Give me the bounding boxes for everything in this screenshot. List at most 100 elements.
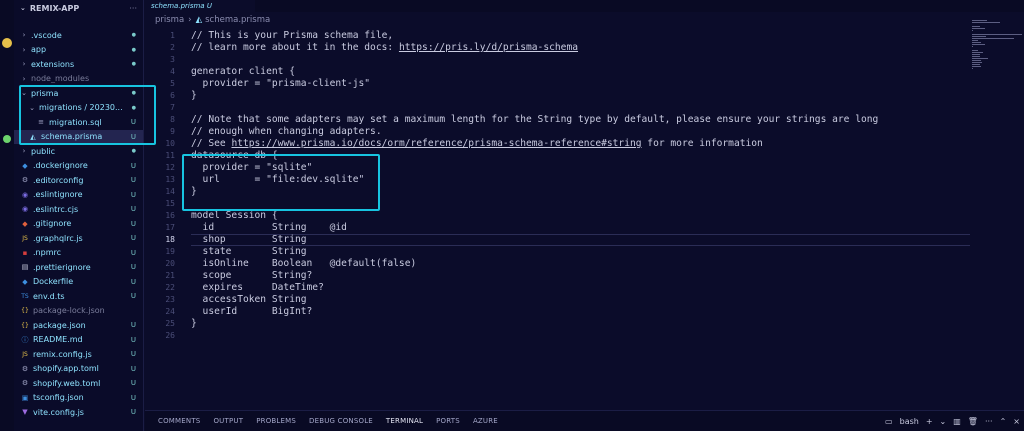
code-line[interactable]: isOnline Boolean @default(false) [191,258,417,270]
js-icon: JS [22,350,28,358]
tree-item-label: .npmrc [33,248,61,257]
code-line[interactable]: } [191,90,197,102]
minimap[interactable] [970,20,1024,80]
chevron-up-icon[interactable]: ⌃ [1000,417,1007,426]
code-line[interactable]: state String [191,246,307,258]
tree-item-label: app [31,45,47,54]
more-actions-icon[interactable]: ··· [129,4,137,13]
close-icon[interactable]: × [1013,417,1020,426]
tree-item[interactable]: › app ● [14,43,143,57]
tree-item[interactable]: {} package-lock.json [14,304,143,318]
panel-tab-terminal[interactable]: TERMINAL [385,411,424,431]
split-icon[interactable]: ▥ [953,417,961,426]
vite-icon: ▼ [22,408,28,416]
minimap-line [972,56,981,57]
code-line[interactable]: // This is your Prisma schema file, [191,30,393,42]
tree-item[interactable]: ▤ .prettierignore U [14,260,143,274]
breadcrumb-file[interactable]: schema.prisma [205,15,270,25]
minimap-line [972,66,981,67]
code-line[interactable]: // See https://www.prisma.io/docs/orm/re… [191,138,763,150]
code-line[interactable]: id String @id [191,222,347,234]
current-line-highlight [191,234,970,246]
minimap-line [972,50,979,51]
tree-item[interactable]: JS remix.config.js U [14,347,143,361]
tree-item[interactable]: ◆ Dockerfile U [14,275,143,289]
line-number: 15 [165,199,175,208]
tree-item[interactable]: › .vscode ● [14,28,143,42]
tree-item[interactable]: ⚙ shopify.web.toml U [14,376,143,390]
tree-item[interactable]: ▪ .npmrc U [14,246,143,260]
trash-icon[interactable]: 🗑 [968,417,978,426]
tree-item[interactable]: ⚙ shopify.app.toml U [14,362,143,376]
tree-item-label: .eslintignore [33,190,83,199]
code-line[interactable]: userId BigInt? [191,306,313,318]
code-line[interactable]: scope String? [191,270,313,282]
tree-item[interactable]: ◉ .eslintrc.cjs U [14,202,143,216]
code-line[interactable]: // enough when changing adapters. [191,126,382,138]
minimap-line [972,28,986,29]
tree-item[interactable]: TS env.d.ts U [14,289,143,303]
plus-icon[interactable]: + [926,417,933,426]
code-line[interactable]: } [191,318,197,330]
minimap-line [972,52,984,53]
line-number: 11 [165,151,175,160]
breadcrumb: prisma › ◭ schema.prisma [155,14,270,26]
code-line[interactable]: // Note that some adapters may set a max… [191,114,878,126]
code-line[interactable]: expires DateTime? [191,282,324,294]
more-icon[interactable]: ··· [985,417,993,426]
git-status-badge: U [130,277,136,286]
info-icon: ⓘ [21,335,29,344]
explorer-header: ⌄ REMIX-APP ··· [14,0,143,16]
panel-tab-comments[interactable]: COMMENTS [158,411,200,431]
panel-tab-output[interactable]: OUTPUT [213,411,243,431]
code-line[interactable]: accessToken String [191,294,307,306]
panel-tab-azure[interactable]: AZURE [473,411,498,431]
code-link[interactable]: https://www.prisma.io/docs/orm/reference… [231,138,641,149]
panel-tab-debug-console[interactable]: DEBUG CONSOLE [309,411,373,431]
code-line[interactable]: model Session { [191,210,278,222]
tree-item[interactable]: ◆ .dockerignore U [14,159,143,173]
code-line[interactable]: generator client { [191,66,295,78]
tree-item-label: .eslintrc.cjs [33,204,79,214]
line-number: 12 [165,163,175,172]
tree-item[interactable]: ◆ .gitignore U [14,217,143,231]
tree-item[interactable]: JS .graphqlrc.js U [14,231,143,245]
js-icon: JS [22,234,28,242]
chevron-down-icon[interactable]: ⌄ [940,417,947,426]
tree-item[interactable]: ▣ tsconfig.json U [14,391,143,405]
code-link[interactable]: https://pris.ly/d/prisma-schema [399,42,578,53]
chevron-down-icon[interactable]: ⌄ [20,4,26,12]
line-number: 19 [165,247,175,256]
tree-item[interactable]: ◉ .eslintignore U [14,188,143,202]
tree-item[interactable]: ⚙ .editorconfig U [14,173,143,187]
tree-item[interactable]: › public ● [14,144,143,158]
line-number: 1 [170,31,175,40]
minimap-line [972,34,1022,35]
chevron-right-icon: › [22,60,26,68]
git-status-badge: U [130,379,136,387]
account-badge-icon[interactable] [2,38,12,48]
panel-tab-ports[interactable]: PORTS [436,411,460,431]
tree-item[interactable]: › node_modules [14,72,143,86]
panel-tab-problems[interactable]: PROBLEMS [256,411,296,431]
breadcrumb-folder[interactable]: prisma [155,15,184,25]
code-line[interactable]: // learn more about it in the docs: http… [191,42,578,54]
tab-label: schema.prisma U [151,2,212,10]
tab-bar: schema.prisma U [145,0,1024,12]
status-dot-icon [3,135,11,143]
tree-item[interactable]: › extensions ● [14,57,143,71]
terminal-icon[interactable]: ▭ [885,417,893,426]
git-status-badge: U [130,161,136,170]
code-line[interactable]: provider = "prisma-client-js" [191,78,371,90]
tree-item[interactable]: {} package.json U [14,318,143,332]
minimap-line [972,42,981,43]
tree-item[interactable]: ⓘ README.md U [14,333,143,347]
tree-item[interactable]: ▼ vite.config.js U [14,405,143,419]
tab-schema-prisma[interactable]: schema.prisma U [145,0,255,12]
code-line[interactable]: shop String [191,234,307,246]
code-editor[interactable]: 1 // This is your Prisma schema file, 2 // … [145,28,970,408]
tree-item-label: vite.config.js [33,407,84,417]
git-status-badge: U [130,248,136,257]
git-status-badge: U [130,335,136,344]
terminal-name[interactable]: bash [900,417,919,426]
